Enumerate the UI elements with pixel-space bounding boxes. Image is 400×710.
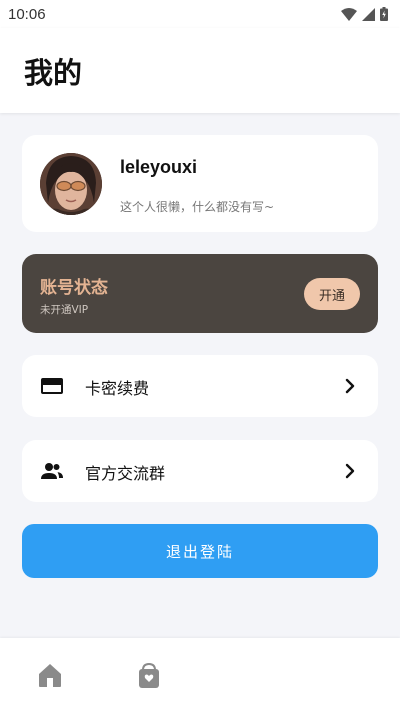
nav-home[interactable] <box>35 660 65 690</box>
avatar[interactable] <box>40 153 102 215</box>
vip-subtitle: 未开通VIP <box>40 304 89 316</box>
user-bio: 这个人很懒，什么都没有写~ <box>120 200 275 214</box>
menu-item-official-group[interactable]: 官方交流群 <box>22 440 378 502</box>
bottom-nav <box>0 638 400 710</box>
signal-icon <box>362 7 375 21</box>
battery-icon <box>380 7 388 21</box>
nav-shop[interactable] <box>134 660 164 690</box>
home-icon <box>39 664 61 687</box>
status-bar: 10:06 <box>0 0 400 28</box>
shopping-bag-icon <box>139 662 159 688</box>
menu-item-label: 卡密续费 <box>85 379 150 398</box>
username: leleyouxi <box>120 157 198 177</box>
profile-card[interactable]: leleyouxi 这个人很懒，什么都没有写~ <box>22 135 378 232</box>
chevron-right-icon <box>345 378 355 394</box>
vip-status-card: 账号状态 未开通VIP 开通 <box>22 254 378 333</box>
avatar-image <box>40 153 102 215</box>
group-icon <box>41 463 63 479</box>
logout-button[interactable]: 退出登陆 <box>22 524 378 578</box>
menu-item-label: 官方交流群 <box>85 464 166 483</box>
page-title: 我的 <box>24 56 83 90</box>
credit-card-icon <box>41 378 63 394</box>
status-icons <box>341 7 388 21</box>
wifi-icon <box>341 7 357 21</box>
menu-item-card-renewal[interactable]: 卡密续费 <box>22 355 378 417</box>
status-time: 10:06 <box>8 5 46 23</box>
activate-vip-button[interactable]: 开通 <box>304 278 360 310</box>
chevron-right-icon <box>345 463 355 479</box>
page-header: 我的 <box>0 28 400 113</box>
vip-title: 账号状态 <box>40 278 108 298</box>
